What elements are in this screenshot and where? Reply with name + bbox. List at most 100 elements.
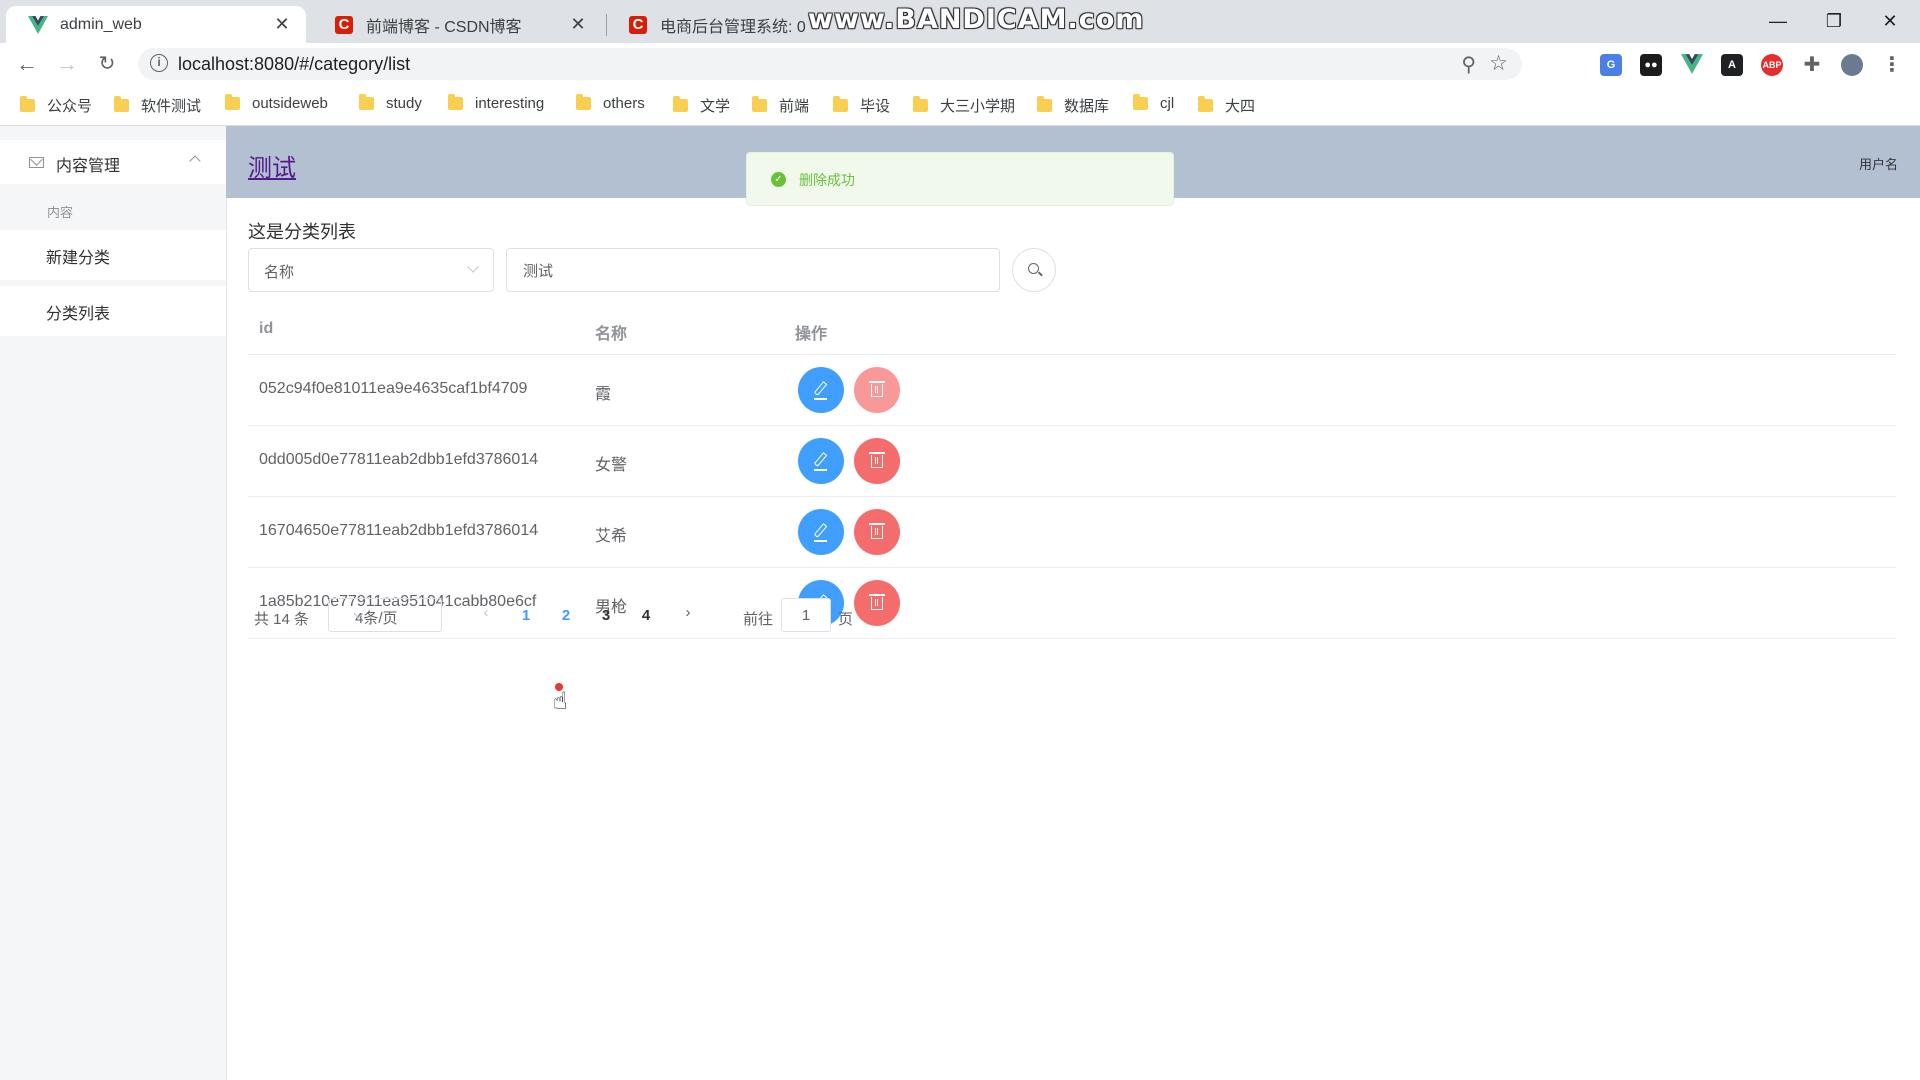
prev-page-button[interactable]: ‹ — [474, 604, 498, 621]
tab-label: 前端博客 - CSDN博客 — [366, 18, 522, 36]
bookmark-folder[interactable]: 数据库 — [1037, 95, 1109, 116]
app-root: 内容管理 内容 新建分类 分类列表 测试 用户名 ✓ 删除成功 这是分类列表 名… — [0, 126, 1920, 1080]
minimize-icon[interactable]: — — [1750, 4, 1806, 38]
profile-avatar-icon[interactable] — [1841, 54, 1863, 76]
folder-icon — [225, 94, 240, 110]
delete-icon — [869, 452, 885, 468]
puzzle-icon[interactable]: ✚ — [1801, 54, 1823, 76]
folder-icon — [1133, 94, 1148, 110]
folder-icon — [359, 94, 374, 110]
back-icon[interactable]: ← — [12, 49, 42, 79]
tab-ecommerce-admin[interactable]: C 电商后台管理系统: 03- — [606, 6, 806, 43]
page-number[interactable]: 1 — [514, 607, 538, 624]
extension-a-icon[interactable]: A — [1721, 54, 1743, 76]
toast-message: 删除成功 — [799, 172, 855, 188]
site-info-icon[interactable]: i — [150, 54, 168, 72]
table-row: 16704650e77811eab2dbb1efd3786014 艾希 — [248, 497, 1896, 568]
page-number[interactable]: 4 — [634, 607, 658, 624]
page-size-value: 4条/页 — [355, 610, 398, 627]
page-number[interactable]: 3 — [594, 607, 618, 624]
header-title-link[interactable]: 测试 — [248, 148, 296, 183]
edit-button[interactable] — [798, 509, 844, 555]
bookmark-star-icon[interactable]: ☆ — [1489, 51, 1508, 76]
vue-devtools-icon[interactable] — [1681, 54, 1703, 76]
submenu-content-management[interactable]: 内容管理 — [0, 140, 226, 184]
tab-csdn-blog[interactable]: C 前端博客 - CSDN博客 ✕ — [312, 6, 602, 43]
page-size-select[interactable]: 4条/页 — [328, 598, 442, 632]
chevron-down-icon — [467, 261, 479, 273]
folder-icon — [448, 94, 463, 110]
tampermonkey-icon[interactable]: ●● — [1640, 54, 1662, 76]
bookmark-folder[interactable]: others — [576, 94, 645, 112]
folder-icon — [833, 96, 848, 112]
cell-id: 16704650e77811eab2dbb1efd3786014 — [259, 522, 539, 539]
bookmark-folder[interactable]: 大三小学期 — [913, 95, 1015, 116]
submenu-title: 内容管理 — [56, 158, 121, 175]
column-header-id: id — [259, 320, 274, 337]
bookmark-folder[interactable]: 前端 — [752, 95, 809, 116]
table-row: 0dd005d0e77811eab2dbb1efd3786014 女警 — [248, 426, 1896, 497]
close-icon[interactable]: ✕ — [568, 14, 588, 35]
bookmark-label: 大四 — [1225, 98, 1256, 115]
bookmark-folder[interactable]: 毕设 — [833, 95, 890, 116]
adblock-plus-icon[interactable]: ABP — [1761, 54, 1783, 76]
bookmark-folder[interactable]: 软件测试 — [114, 95, 201, 116]
delete-button[interactable] — [854, 438, 900, 484]
sidebar-item-new-category[interactable]: 新建分类 — [0, 230, 226, 280]
username-label[interactable]: 用户名 — [1859, 154, 1898, 173]
edit-button[interactable] — [798, 438, 844, 484]
bookmark-folder[interactable]: cjl — [1133, 94, 1175, 112]
pagination-total: 共 14 条 — [254, 611, 310, 628]
bookmark-folder[interactable]: 文学 — [673, 95, 730, 116]
delete-icon — [869, 381, 885, 397]
cell-id: 052c94f0e81011ea9e4635caf1bf4709 — [259, 380, 528, 397]
vue-icon — [28, 15, 48, 35]
sidebar-item-category-list[interactable]: 分类列表 — [0, 286, 226, 336]
reload-icon[interactable]: ↻ — [92, 49, 122, 79]
folder-icon — [673, 96, 688, 112]
delete-button[interactable] — [854, 509, 900, 555]
sidebar-item-label: 新建分类 — [46, 250, 111, 267]
bookmark-folder[interactable]: 大四 — [1198, 95, 1255, 116]
page-number[interactable]: 2 — [554, 607, 578, 624]
csdn-icon: C — [334, 15, 354, 35]
translate-icon[interactable]: G — [1600, 54, 1622, 76]
table-row: 052c94f0e81011ea9e4635caf1bf4709 霞 — [248, 355, 1896, 426]
forward-icon[interactable]: → — [52, 49, 82, 79]
search-icon — [1028, 263, 1039, 274]
goto-page-input[interactable] — [781, 598, 831, 632]
next-page-button[interactable]: › — [676, 604, 700, 621]
main-content: 这是分类列表 名称 id 名称 操作 052c94f0e81011ea9e463… — [226, 198, 1920, 1080]
close-icon[interactable]: ✕ — [272, 14, 292, 35]
hand-pointer-icon: ☝ — [553, 688, 568, 715]
edit-icon — [813, 381, 828, 396]
table-header: id 名称 操作 — [248, 304, 1896, 355]
restore-icon[interactable]: ❐ — [1806, 4, 1862, 38]
bookmark-label: 文学 — [700, 98, 731, 115]
menu-group-title: 内容 — [47, 205, 74, 220]
edit-button[interactable] — [798, 367, 844, 413]
chevron-up-icon — [189, 155, 201, 167]
bookmarks-bar: 公众号 软件测试 outsideweb study interesting ot… — [0, 85, 1920, 126]
bookmark-folder[interactable]: outsideweb — [225, 94, 328, 112]
folder-icon — [576, 94, 591, 110]
search-button[interactable] — [1012, 248, 1056, 292]
folder-icon — [1037, 96, 1052, 112]
bookmark-label: outsideweb — [252, 95, 328, 112]
bookmark-folder[interactable]: study — [359, 94, 422, 112]
bookmark-folder[interactable]: 公众号 — [20, 95, 92, 116]
search-input[interactable] — [506, 248, 1000, 292]
tab-admin-web[interactable]: admin_web ✕ — [6, 6, 306, 43]
zoom-icon[interactable]: ⚲ — [1461, 52, 1476, 77]
bookmark-label: cjl — [1160, 95, 1175, 112]
bookmark-label: 软件测试 — [141, 98, 202, 115]
menu-kebab-icon[interactable]: ⋮ — [1881, 54, 1903, 76]
folder-icon — [114, 96, 129, 112]
address-bar[interactable]: i localhost:8080/#/category/list ⚲ ☆ — [138, 48, 1522, 80]
window-close-icon[interactable]: ✕ — [1862, 4, 1918, 38]
bookmark-folder[interactable]: interesting — [448, 94, 544, 112]
delete-button[interactable] — [854, 367, 900, 413]
filter-field-select[interactable]: 名称 — [248, 248, 494, 292]
sidebar: 内容管理 内容 新建分类 分类列表 — [0, 126, 227, 1080]
sidebar-item-label: 分类列表 — [46, 306, 111, 323]
